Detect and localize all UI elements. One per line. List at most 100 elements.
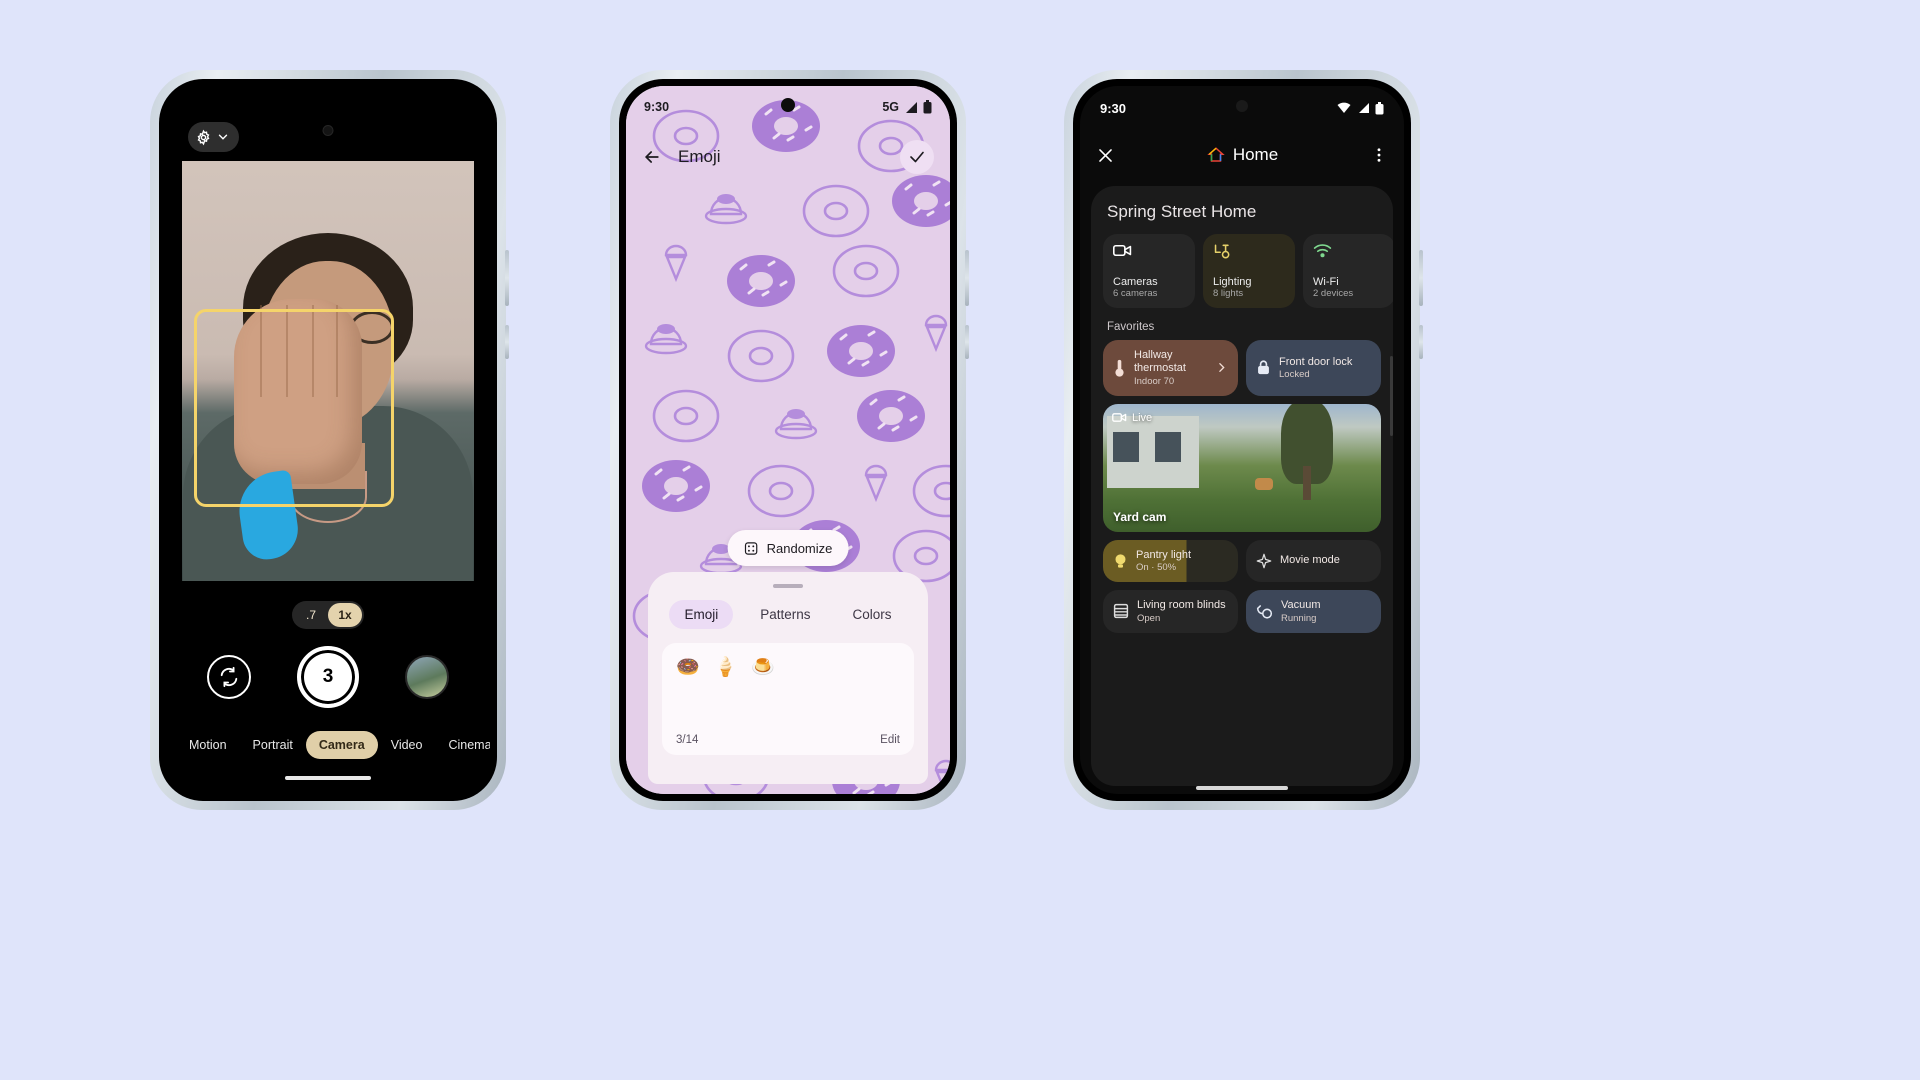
front-camera-punch-hole: [322, 125, 334, 136]
face-detection-box: [194, 309, 394, 507]
tiles-row-2: Living room blinds Open Vacuum Running: [1103, 590, 1381, 633]
camera-viewfinder[interactable]: [182, 161, 474, 581]
camera-mode-selector[interactable]: Motion Portrait Camera Video Cinemati: [166, 731, 490, 759]
lock-icon: [1256, 359, 1271, 376]
card-title: Movie mode: [1280, 554, 1340, 567]
card-hallway-thermostat[interactable]: Hallway thermostat Indoor 70: [1103, 340, 1238, 396]
phone-bezel: 9:30 Home Spring Street Home Cameras 6 c…: [1073, 79, 1411, 801]
back-arrow-icon[interactable]: [642, 147, 662, 167]
wallpaper-appbar: Emoji: [626, 134, 950, 180]
card-movie-mode[interactable]: Movie mode: [1246, 539, 1381, 583]
zoom-option-1[interactable]: 1x: [328, 603, 362, 627]
chip-lighting[interactable]: Lighting 8 lights: [1203, 234, 1295, 308]
volume-button[interactable]: [505, 250, 509, 306]
card-living-room-blinds[interactable]: Living room blinds Open: [1103, 590, 1238, 633]
timer-shutter-button[interactable]: 3: [297, 646, 359, 708]
randomize-button[interactable]: Randomize: [727, 530, 849, 566]
google-home-logo: [1207, 146, 1225, 164]
card-front-door-lock[interactable]: Front door lock Locked: [1246, 340, 1381, 396]
battery-full-icon: [923, 100, 932, 114]
selected-emoji-row: 🍩 🍦 🍮: [676, 655, 900, 679]
mode-video[interactable]: Video: [378, 731, 436, 759]
confirm-button[interactable]: [900, 140, 934, 174]
camera-screen: .7 1x 3 Motion Portrait Camera Video Cin…: [166, 86, 490, 794]
mode-camera[interactable]: Camera: [305, 731, 378, 759]
wifi-icon: [1313, 243, 1385, 258]
tab-colors[interactable]: Colors: [838, 600, 907, 629]
tab-patterns[interactable]: Patterns: [745, 600, 825, 629]
home-content: Spring Street Home Cameras 6 cameras Lig…: [1091, 186, 1393, 786]
chevron-down-icon: [216, 130, 230, 144]
power-button[interactable]: [505, 325, 509, 359]
power-button[interactable]: [965, 325, 969, 359]
favorites-row-1: Hallway thermostat Indoor 70 Front door …: [1103, 340, 1381, 396]
close-icon[interactable]: [1096, 146, 1115, 165]
chip-sublabel: 8 lights: [1213, 288, 1244, 299]
card-title: Front door lock: [1279, 355, 1353, 368]
edit-link[interactable]: Edit: [880, 734, 900, 746]
mode-motion[interactable]: Motion: [176, 731, 240, 759]
phone-bezel: 9:30 5G Emoji Randomize Emoji Patterns C…: [619, 79, 957, 801]
wallpaper-screen: 9:30 5G Emoji Randomize Emoji Patterns C…: [626, 86, 950, 794]
home-appbar: Home: [1080, 132, 1404, 178]
status-network-label: 5G: [882, 100, 899, 114]
signal-bars-icon: [1356, 102, 1370, 114]
camera-name: Yard cam: [1113, 509, 1167, 524]
quick-action-chips: Cameras 6 cameras Lighting 8 lights Wi-F…: [1103, 234, 1393, 308]
chip-cameras[interactable]: Cameras 6 cameras: [1103, 234, 1195, 308]
status-bar: 9:30 5G: [626, 86, 950, 128]
chip-sublabel: 2 devices: [1313, 288, 1354, 299]
mode-portrait[interactable]: Portrait: [240, 731, 306, 759]
phone-camera: .7 1x 3 Motion Portrait Camera Video Cin…: [150, 70, 509, 810]
home-indicator[interactable]: [1196, 786, 1288, 790]
gear-icon: [195, 129, 212, 146]
zoom-option-0[interactable]: .7: [294, 603, 328, 627]
home-indicator[interactable]: [285, 776, 371, 780]
card-yard-camera[interactable]: Live Yard cam: [1103, 403, 1381, 532]
sheet-footer: 3/14 Edit: [676, 734, 900, 746]
chip-wifi[interactable]: Wi-Fi 2 devices: [1303, 234, 1393, 308]
favorites-heading: Favorites: [1107, 321, 1155, 333]
card-title: Living room blinds: [1137, 599, 1226, 612]
emoji-flan[interactable]: 🍮: [751, 655, 775, 679]
bulb-icon: [1113, 552, 1128, 570]
live-badge: Live: [1112, 412, 1152, 424]
sparkle-icon: [1256, 553, 1272, 569]
sheet-drag-handle[interactable]: [773, 584, 803, 588]
chevron-right-icon: [1215, 361, 1228, 374]
emoji-ice-cream[interactable]: 🍦: [714, 655, 738, 679]
tiles-row-1: Pantry light On · 50% Movie mode: [1103, 539, 1381, 583]
zoom-level-selector[interactable]: .7 1x: [292, 601, 364, 629]
video-camera-icon: [1112, 412, 1127, 423]
emoji-bottom-sheet: Emoji Patterns Colors 🍩 🍦 🍮 3/14 Edit: [648, 572, 928, 784]
more-vertical-icon[interactable]: [1370, 146, 1388, 164]
volume-button[interactable]: [965, 250, 969, 306]
signal-bars-icon: [904, 101, 918, 114]
dice-icon: [744, 541, 759, 556]
status-time: 9:30: [1100, 100, 1127, 116]
page-title: Emoji: [678, 147, 721, 166]
power-button[interactable]: [1419, 325, 1423, 359]
shutter-timer-label: 3: [305, 654, 351, 700]
phone-google-home: 9:30 Home Spring Street Home Cameras 6 c…: [1064, 70, 1423, 810]
lamp-icon: [1213, 243, 1285, 260]
scrollbar[interactable]: [1390, 356, 1393, 436]
phone-bezel: .7 1x 3 Motion Portrait Camera Video Cin…: [159, 79, 497, 801]
mode-cinematic[interactable]: Cinemati: [435, 731, 490, 759]
volume-button[interactable]: [1419, 250, 1423, 306]
chip-label: Lighting: [1213, 276, 1252, 288]
gallery-thumbnail[interactable]: [405, 655, 449, 699]
chip-label: Wi-Fi: [1313, 276, 1339, 288]
status-time: 9:30: [644, 100, 670, 114]
card-pantry-light[interactable]: Pantry light On · 50%: [1103, 539, 1238, 583]
card-vacuum[interactable]: Vacuum Running: [1246, 590, 1381, 633]
emoji-donut[interactable]: 🍩: [676, 655, 700, 679]
camera-settings-button[interactable]: [188, 122, 239, 152]
card-subtitle: Open: [1137, 612, 1161, 624]
chip-sublabel: 6 cameras: [1113, 288, 1158, 299]
scene: .7 1x 3 Motion Portrait Camera Video Cin…: [0, 0, 1920, 1080]
tab-emoji[interactable]: Emoji: [669, 600, 734, 629]
camera-flip-icon[interactable]: [207, 655, 251, 699]
home-screen: 9:30 Home Spring Street Home Cameras 6 c…: [1080, 86, 1404, 794]
battery-full-icon: [1375, 101, 1384, 115]
